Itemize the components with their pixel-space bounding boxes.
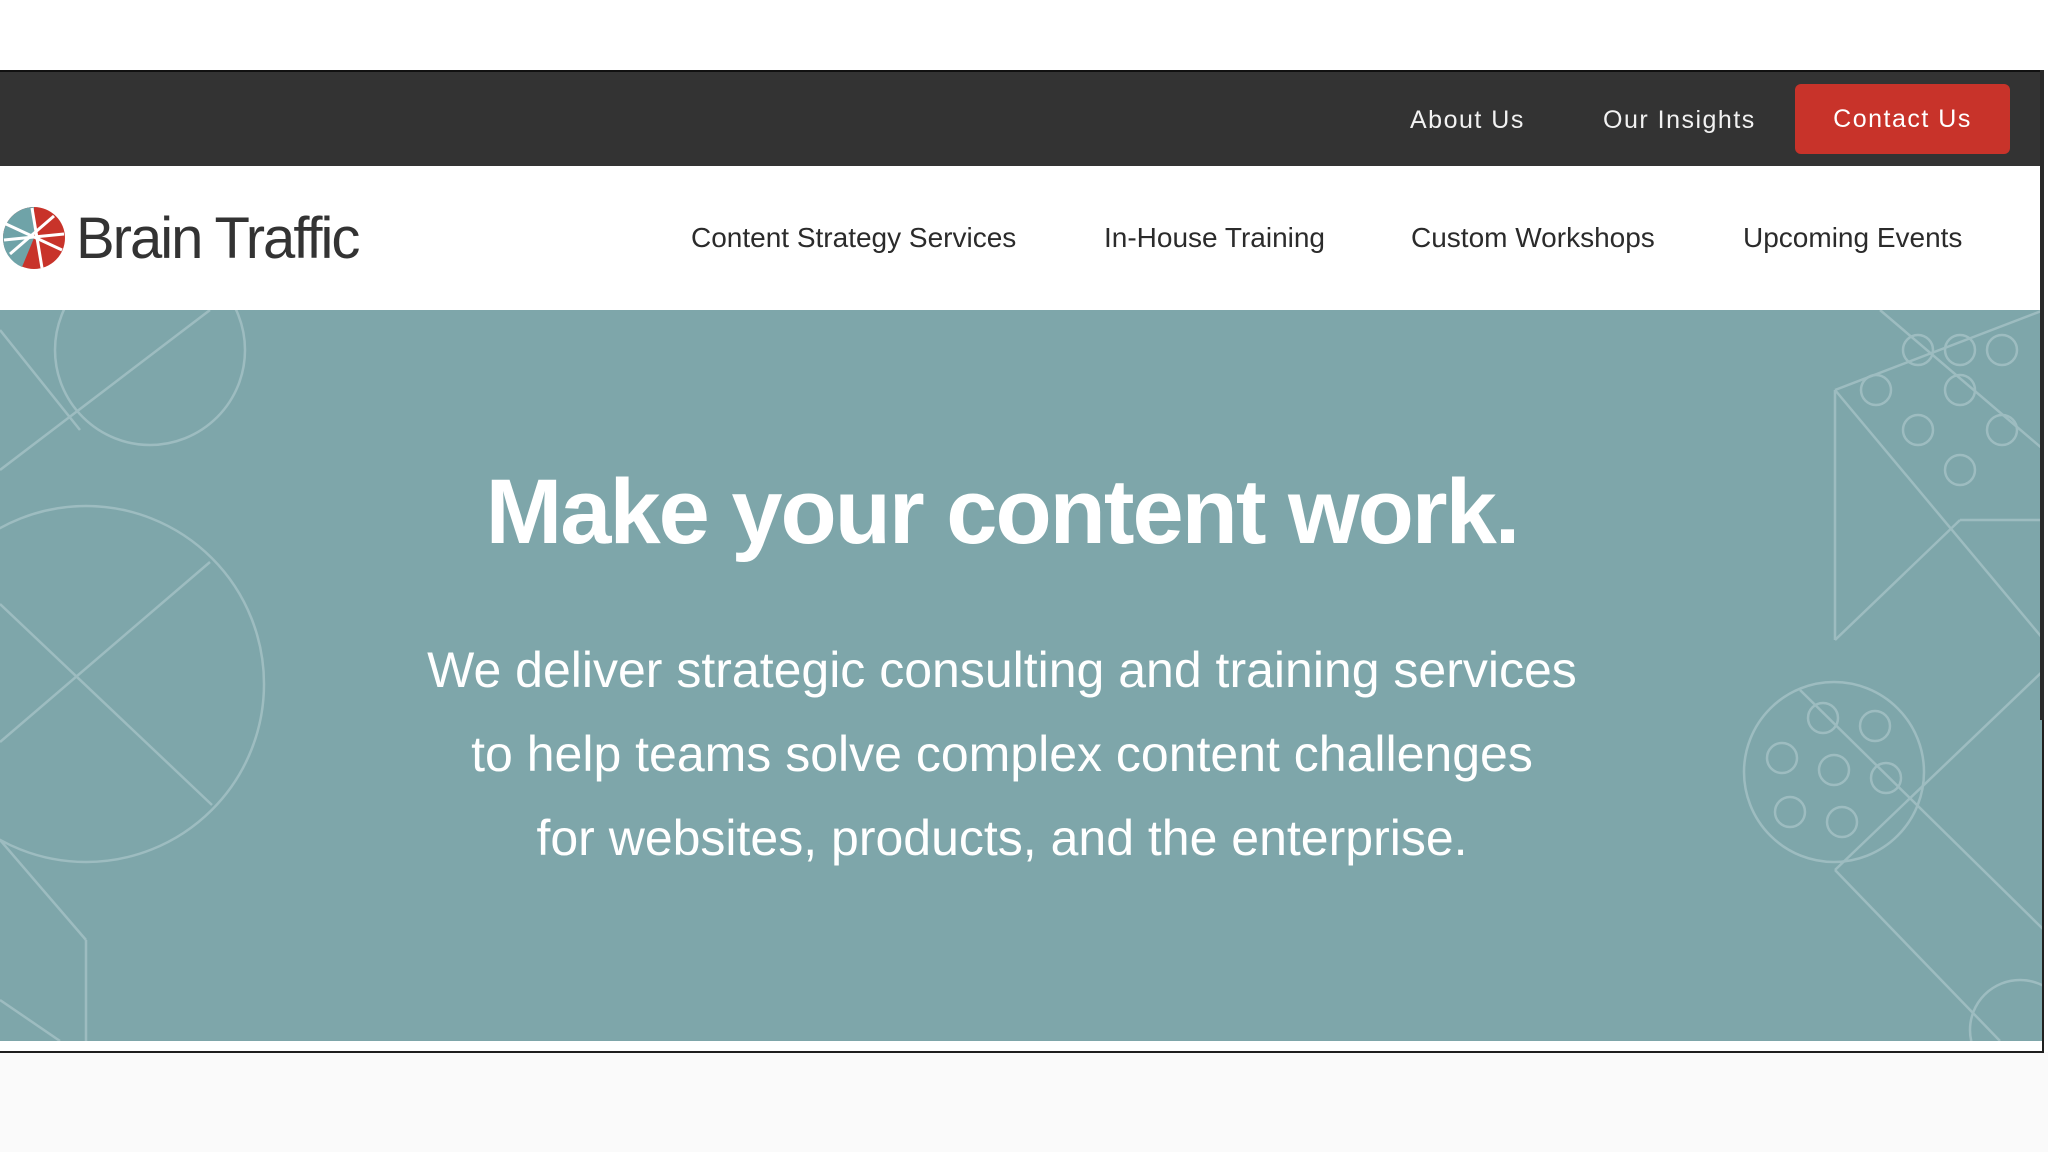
nav-upcoming-events[interactable]: Upcoming Events	[1743, 218, 1962, 258]
hero-subtitle: We deliver strategic consulting and trai…	[0, 628, 2004, 880]
main-navigation: Brain Traffic Content Strategy Services …	[0, 166, 2042, 310]
hero-subtitle-line: We deliver strategic consulting and trai…	[427, 642, 1577, 698]
hero-subtitle-line: for websites, products, and the enterpri…	[536, 810, 1468, 866]
our-insights-link[interactable]: Our Insights	[1603, 100, 1756, 140]
hero-title: Make your content work.	[485, 461, 1521, 563]
contact-us-button[interactable]: Contact Us	[1795, 84, 2010, 154]
brand-name: Brain Traffic	[76, 206, 360, 271]
browser-viewport: About Us Our Insights Contact Us Brain T…	[0, 70, 2044, 1053]
page-background	[0, 1052, 2048, 1152]
utility-bar: About Us Our Insights Contact Us	[0, 70, 2042, 166]
window-edge	[2040, 70, 2044, 720]
nav-custom-workshops[interactable]: Custom Workshops	[1411, 218, 1655, 258]
hero-subtitle-line: to help teams solve complex content chal…	[471, 726, 1533, 782]
nav-in-house-training[interactable]: In-House Training	[1104, 218, 1325, 258]
hero-banner: Make your content work. We deliver strat…	[0, 310, 2042, 1041]
nav-content-strategy-services[interactable]: Content Strategy Services	[691, 218, 1016, 258]
about-us-link[interactable]: About Us	[1410, 100, 1525, 140]
brain-traffic-logo-icon	[2, 207, 65, 269]
